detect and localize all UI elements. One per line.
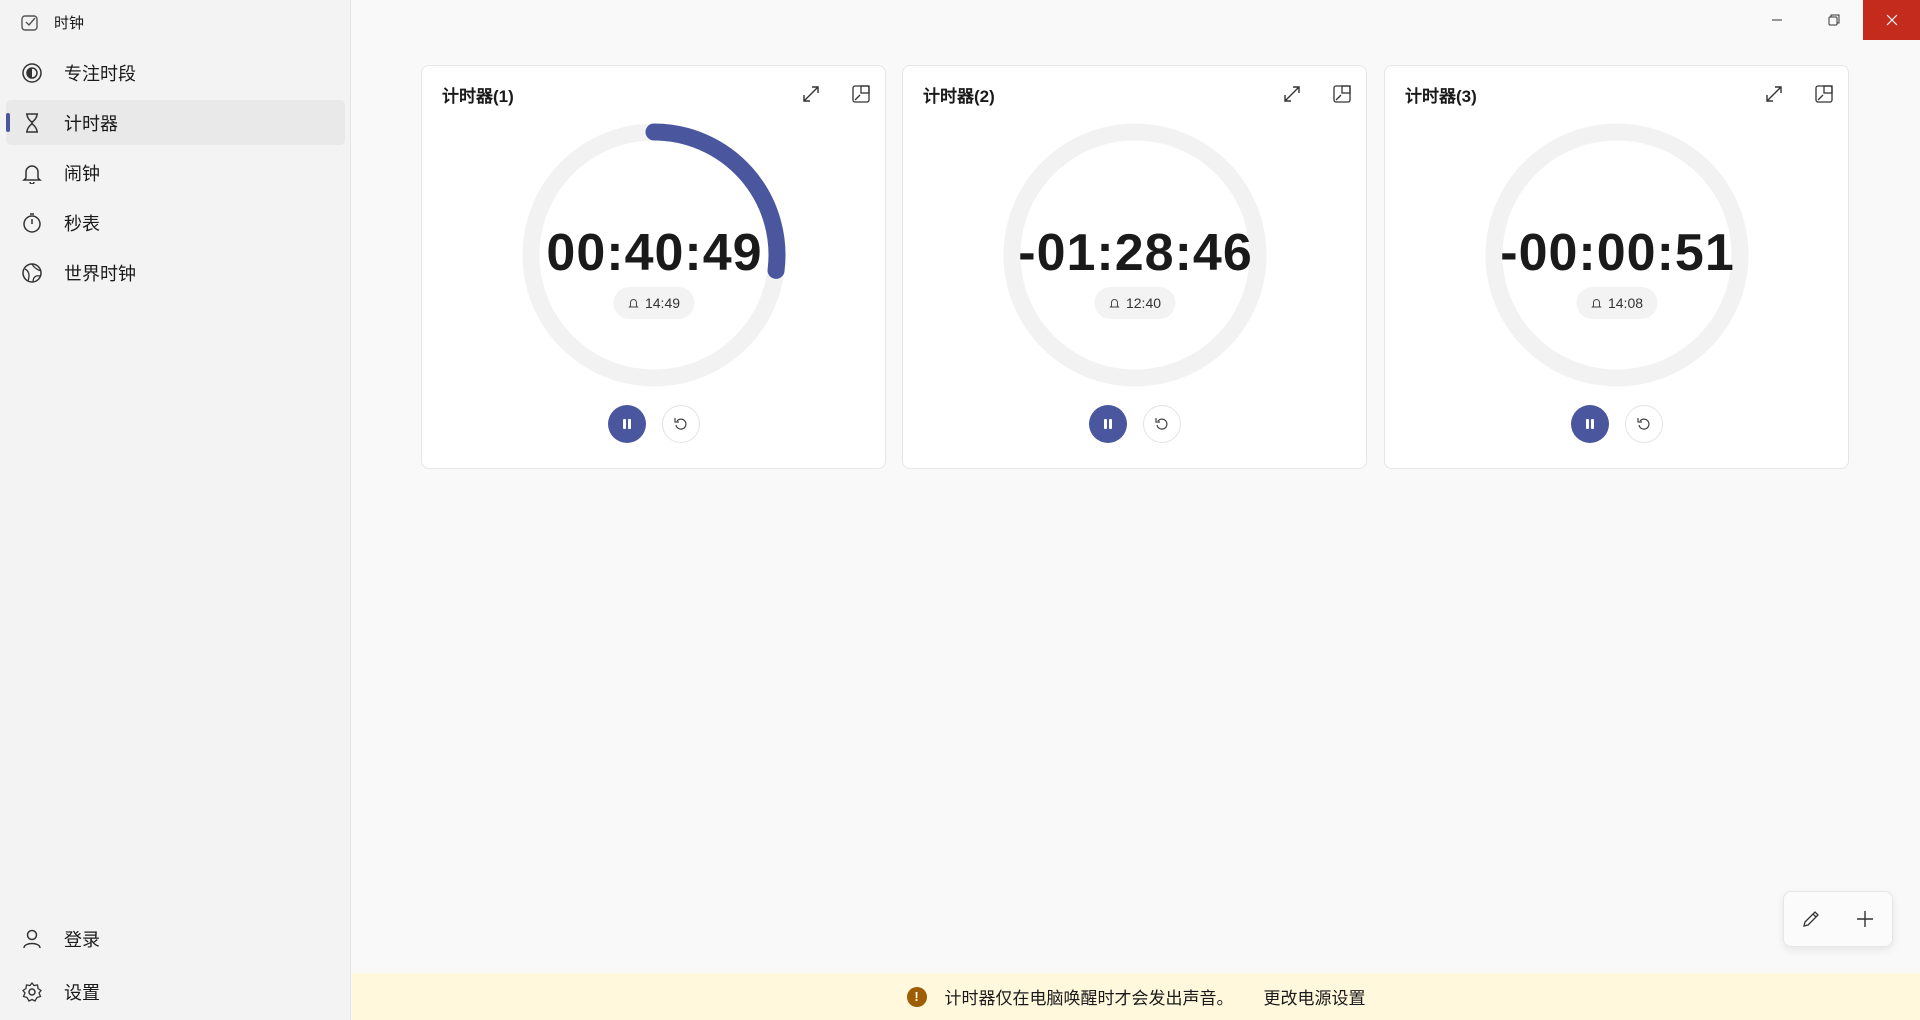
timer-card: 计时器(2) -01:28:46 12:40 <box>902 65 1367 469</box>
sidebar-item-focus[interactable]: 专注时段 <box>6 50 345 95</box>
expand-button[interactable] <box>795 78 827 110</box>
expand-icon <box>803 86 819 102</box>
expand-icon <box>1284 86 1300 102</box>
sidebar-item-sign-in[interactable]: 登录 <box>6 916 345 961</box>
reset-button[interactable] <box>662 405 700 443</box>
pause-button[interactable] <box>1571 405 1609 443</box>
timer-actions-bar <box>1783 891 1893 947</box>
focus-icon <box>20 61 44 85</box>
keep-on-top-button[interactable] <box>1808 78 1840 110</box>
pause-icon <box>1586 419 1594 429</box>
info-message: 计时器仅在电脑唤醒时才会发出声音。 <box>944 989 1234 1008</box>
person-icon <box>20 927 44 951</box>
alarm-time-label: 14:49 <box>644 295 681 311</box>
app-title: 时钟 <box>20 12 84 33</box>
pause-icon <box>623 419 631 429</box>
alarm-time-badge: 14:08 <box>1575 287 1658 319</box>
restore-button[interactable] <box>1805 0 1863 40</box>
sidebar-item-timer[interactable]: 计时器 <box>6 100 345 145</box>
timer-card: 计时器(1) 00:40:49 14:49 <box>421 65 886 469</box>
timer-title: 计时器(2) <box>923 87 995 106</box>
timer-remaining-time: -01:28:46 <box>1018 224 1253 282</box>
timer-title: 计时器(1) <box>442 87 514 106</box>
sidebar-item-label: 专注时段 <box>64 63 136 84</box>
timer-remaining-time: -00:00:51 <box>1500 224 1735 282</box>
reset-icon <box>1637 418 1650 430</box>
stopwatch-icon <box>20 211 44 235</box>
sidebar-item-label: 秒表 <box>64 213 100 234</box>
reset-icon <box>674 418 687 430</box>
pause-icon <box>1104 419 1112 429</box>
reset-button[interactable] <box>1625 405 1663 443</box>
restore-icon <box>1828 14 1840 26</box>
bell-icon <box>20 161 44 185</box>
bell-icon <box>627 299 639 308</box>
alarm-time-badge: 14:49 <box>612 287 695 319</box>
keep-on-top-icon <box>1333 85 1351 103</box>
pause-button[interactable] <box>608 405 646 443</box>
sidebar-bottom: 登录 设置 <box>6 916 345 1020</box>
edit-timers-button[interactable] <box>1795 903 1827 935</box>
sidebar-nav: 专注时段 计时器 闹钟 秒表 世界时钟 <box>6 50 345 300</box>
sidebar-item-settings[interactable]: 设置 <box>6 969 345 1014</box>
app-title-label: 时钟 <box>54 15 85 32</box>
expand-button[interactable] <box>1758 78 1790 110</box>
sidebar-item-world-clock[interactable]: 世界时钟 <box>6 250 345 295</box>
alarm-time-badge: 12:40 <box>1093 287 1176 319</box>
bell-icon <box>1590 299 1602 308</box>
sidebar-item-label: 闹钟 <box>64 163 100 184</box>
close-button[interactable] <box>1863 0 1920 40</box>
power-info-bar: ! 计时器仅在电脑唤醒时才会发出声音。 更改电源设置 <box>352 973 1920 1020</box>
minimize-button[interactable] <box>1748 0 1806 40</box>
expand-icon <box>1766 86 1782 102</box>
globe-icon <box>20 261 44 285</box>
keep-on-top-button[interactable] <box>845 78 877 110</box>
sidebar-item-label: 计时器 <box>64 113 118 134</box>
keep-on-top-button[interactable] <box>1326 78 1358 110</box>
sidebar-item-stopwatch[interactable]: 秒表 <box>6 200 345 245</box>
timer-remaining-time: 00:40:49 <box>546 224 763 282</box>
plus-icon <box>1857 911 1873 927</box>
reset-button[interactable] <box>1143 405 1181 443</box>
sidebar-item-label: 登录 <box>64 929 100 950</box>
hourglass-icon <box>20 111 44 135</box>
alarm-time-label: 14:08 <box>1607 295 1644 311</box>
warning-icon: ! <box>906 986 927 1007</box>
sidebar-item-label: 世界时钟 <box>64 263 136 284</box>
gear-icon <box>20 980 44 1004</box>
close-icon <box>1886 14 1897 26</box>
clock-app-icon <box>21 14 38 31</box>
add-timer-button[interactable] <box>1849 903 1881 935</box>
sidebar-item-alarm[interactable]: 闹钟 <box>6 150 345 195</box>
sidebar: 时钟 专注时段 计时器 闹钟 秒表 世界时钟 登录 设置 <box>0 0 351 1020</box>
timer-card: 计时器(3) -00:00:51 14:08 <box>1384 65 1849 469</box>
minimize-icon <box>1772 19 1782 21</box>
bell-icon <box>1108 299 1120 308</box>
pause-button[interactable] <box>1089 405 1127 443</box>
timer-title: 计时器(3) <box>1405 87 1477 106</box>
reset-icon <box>1155 418 1168 430</box>
power-settings-link[interactable]: 更改电源设置 <box>1264 984 1366 1009</box>
expand-button[interactable] <box>1276 78 1308 110</box>
keep-on-top-icon <box>852 85 870 103</box>
alarm-time-label: 12:40 <box>1125 295 1162 311</box>
keep-on-top-icon <box>1815 85 1833 103</box>
pencil-icon <box>1803 911 1819 927</box>
sidebar-item-label: 设置 <box>64 982 100 1003</box>
